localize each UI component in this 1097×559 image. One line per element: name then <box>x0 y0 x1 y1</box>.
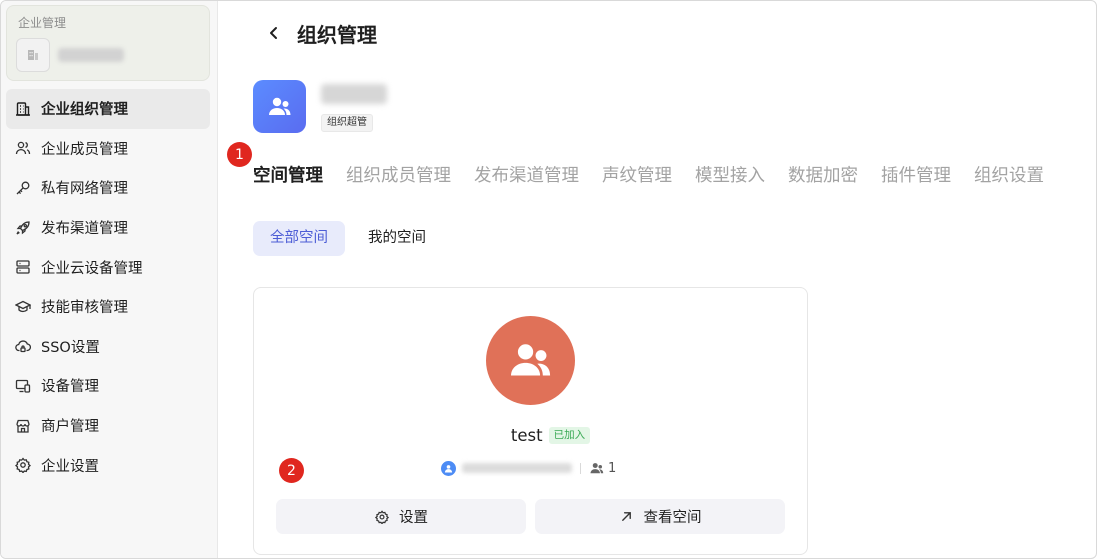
devices-icon <box>14 377 32 395</box>
tab-space-management[interactable]: 空间管理 <box>253 163 323 191</box>
space-owner-row: 1 <box>441 460 616 476</box>
cloud-lock-icon <box>14 337 32 355</box>
subtab-my-spaces[interactable]: 我的空间 <box>351 221 443 256</box>
sidebar-item-label: 企业设置 <box>41 458 99 475</box>
sidebar-item-label: SSO设置 <box>41 339 100 356</box>
app-window: 企业管理 企业组织管理 企业成员管理 私有网络管理 发布渠道管理 企业云设备管理… <box>0 0 1097 559</box>
sidebar: 企业管理 企业组织管理 企业成员管理 私有网络管理 发布渠道管理 企业云设备管理… <box>1 1 218 558</box>
tab-data-encryption[interactable]: 数据加密 <box>788 163 858 191</box>
tab-bar: 空间管理 组织成员管理 发布渠道管理 声纹管理 模型接入 数据加密 插件管理 组… <box>253 163 1067 191</box>
rocket-icon <box>14 219 32 237</box>
org-name-redacted <box>58 48 124 62</box>
sidebar-item-label: 设备管理 <box>41 379 99 396</box>
sidebar-item-device-management[interactable]: 设备管理 <box>6 366 210 406</box>
subtab-all-spaces[interactable]: 全部空间 <box>253 221 345 256</box>
sidebar-item-label: 企业成员管理 <box>41 141 128 158</box>
sidebar-nav: 企业组织管理 企业成员管理 私有网络管理 发布渠道管理 企业云设备管理 技能审核… <box>6 89 210 485</box>
user-icon <box>444 464 453 473</box>
view-space-label: 查看空间 <box>643 510 702 526</box>
org-avatar <box>253 80 306 133</box>
members-icon <box>589 461 605 475</box>
sidebar-item-label: 企业云设备管理 <box>41 260 143 277</box>
tab-publish-channels[interactable]: 发布渠道管理 <box>474 163 579 191</box>
page-title: 组织管理 <box>297 23 377 47</box>
tab-plugin-management[interactable]: 插件管理 <box>881 163 951 191</box>
space-avatar <box>486 316 575 405</box>
back-button[interactable] <box>262 21 286 45</box>
space-name: test <box>510 426 543 445</box>
space-settings-label: 设置 <box>399 510 428 526</box>
step-badge-2: 2 <box>279 458 304 483</box>
space-settings-button[interactable]: 设置 <box>276 499 526 534</box>
owner-avatar <box>441 460 456 476</box>
owner-name-redacted <box>462 463 572 473</box>
member-count: 1 <box>608 460 617 476</box>
sidebar-item-label: 私有网络管理 <box>41 181 128 198</box>
group-icon <box>510 343 550 376</box>
org-switcher-card[interactable]: 企业管理 <box>6 5 210 81</box>
key-icon <box>14 179 32 197</box>
sidebar-item-cloud-device[interactable]: 企业云设备管理 <box>6 247 210 287</box>
space-card: test 已加入 1 设置 查看空间 <box>253 287 808 555</box>
sidebar-item-merchant-management[interactable]: 商户管理 <box>6 406 210 446</box>
sidebar-item-enterprise-settings[interactable]: 企业设置 <box>6 445 210 485</box>
sidebar-item-publish-channel[interactable]: 发布渠道管理 <box>6 208 210 248</box>
joined-badge: 已加入 <box>548 427 591 444</box>
group-icon <box>268 97 290 115</box>
org-card-title: 企业管理 <box>18 16 67 30</box>
space-filter-tabs: 全部空间 我的空间 <box>253 221 449 256</box>
view-space-button[interactable]: 查看空间 <box>535 499 785 534</box>
users-icon <box>14 139 32 157</box>
org-logo-icon <box>16 38 50 72</box>
step-badge-1: 1 <box>227 142 252 167</box>
sidebar-item-sso-settings[interactable]: SSO设置 <box>6 327 210 367</box>
gear-icon <box>374 509 390 525</box>
sidebar-item-org-management[interactable]: 企业组织管理 <box>6 89 210 129</box>
tab-org-settings[interactable]: 组织设置 <box>974 163 1044 191</box>
sidebar-item-private-network[interactable]: 私有网络管理 <box>6 168 210 208</box>
sidebar-item-label: 商户管理 <box>41 419 99 436</box>
gear-icon <box>14 456 32 474</box>
space-name-row: test 已加入 <box>254 426 807 445</box>
sidebar-item-skill-review[interactable]: 技能审核管理 <box>6 287 210 327</box>
main-content: 组织管理 组织超管 1 空间管理 组织成员管理 发布渠道管理 声纹管理 模型接入… <box>218 1 1096 558</box>
tab-org-members[interactable]: 组织成员管理 <box>346 163 451 191</box>
arrow-up-right-icon <box>619 509 635 525</box>
sidebar-item-label: 技能审核管理 <box>41 300 128 317</box>
sidebar-item-member-management[interactable]: 企业成员管理 <box>6 129 210 169</box>
tab-voiceprint[interactable]: 声纹管理 <box>602 163 672 191</box>
building-icon <box>14 100 32 118</box>
tab-model-access[interactable]: 模型接入 <box>695 163 765 191</box>
server-icon <box>14 258 32 276</box>
graduation-cap-icon <box>14 298 32 316</box>
sidebar-item-label: 发布渠道管理 <box>41 221 128 238</box>
separator <box>580 462 581 474</box>
org-name-redacted <box>321 84 387 104</box>
store-icon <box>14 417 32 435</box>
role-tag: 组织超管 <box>321 114 373 132</box>
chevron-left-icon <box>270 27 277 39</box>
sidebar-item-label: 企业组织管理 <box>41 102 128 119</box>
